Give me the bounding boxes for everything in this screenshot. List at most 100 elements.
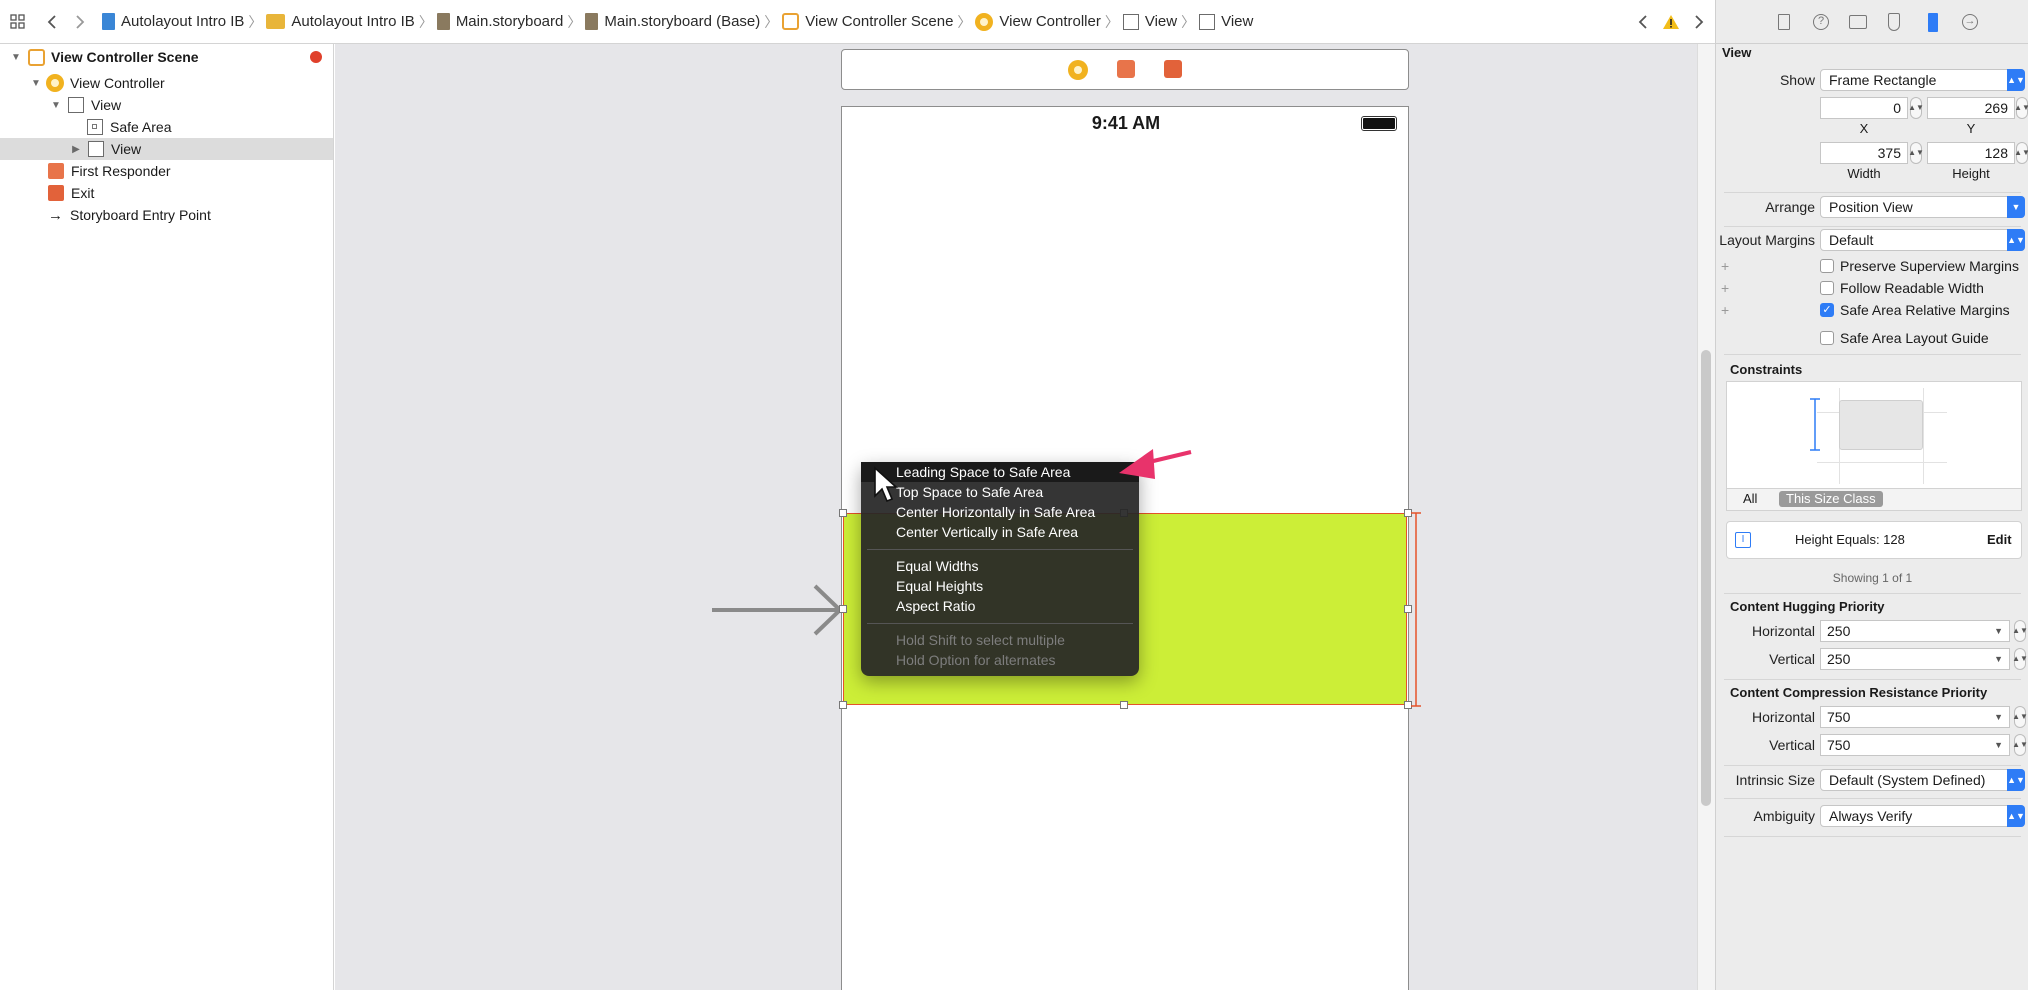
resize-handle[interactable] xyxy=(839,701,847,709)
grid-icon[interactable] xyxy=(8,12,28,32)
menu-item-center-horizontally[interactable]: Center Horizontally in Safe Area xyxy=(861,502,1139,522)
menu-item-equal-heights[interactable]: Equal Heights xyxy=(861,576,1139,596)
plus-icon[interactable]: + xyxy=(1721,258,1729,274)
show-popup[interactable]: Frame Rectangle ▲▼ xyxy=(1820,69,2025,91)
ambiguity-popup[interactable]: Always Verify ▲▼ xyxy=(1820,805,2025,827)
layout-margins-popup[interactable]: Default ▲▼ xyxy=(1820,229,2025,251)
disclosure-down-icon[interactable]: ▼ xyxy=(50,100,62,111)
height-constraint-indicator[interactable] xyxy=(1411,512,1421,708)
crumb-scene[interactable]: View Controller Scene xyxy=(782,13,953,30)
menu-item-leading-space[interactable]: Leading Space to Safe Area xyxy=(861,462,1139,482)
height-stepper[interactable]: ▲▼ xyxy=(2014,142,2028,164)
menu-separator xyxy=(867,623,1133,624)
view-controller-icon[interactable] xyxy=(1068,60,1088,80)
outline-first-responder[interactable]: First Responder xyxy=(0,160,333,182)
resize-handle[interactable] xyxy=(1120,701,1128,709)
connections-inspector-icon[interactable]: → xyxy=(1962,14,1978,30)
plus-icon[interactable]: + xyxy=(1721,302,1729,318)
segment-all[interactable]: All xyxy=(1743,491,1757,506)
readable-width-checkbox[interactable] xyxy=(1820,281,1834,295)
outline-scene[interactable]: ▼ View Controller Scene xyxy=(0,46,333,68)
back-icon[interactable] xyxy=(42,12,62,32)
menu-item-top-space[interactable]: Top Space to Safe Area xyxy=(861,482,1139,502)
safe-area-guide-checkbox[interactable] xyxy=(1820,331,1834,345)
comp-horizontal-combo[interactable]: 750 ▼ xyxy=(1820,706,2010,728)
comp-vertical-label: Vertical xyxy=(1769,737,1815,753)
help-icon[interactable]: ? xyxy=(1813,14,1829,30)
project-icon xyxy=(102,13,115,30)
plus-icon[interactable]: + xyxy=(1721,280,1729,296)
readable-width-label: Follow Readable Width xyxy=(1840,280,1984,296)
preserve-margins-checkbox[interactable] xyxy=(1820,259,1834,273)
safe-area-margins-label: Safe Area Relative Margins xyxy=(1840,302,2010,318)
exit-icon[interactable] xyxy=(1164,60,1182,78)
height-field[interactable]: 128 xyxy=(1927,142,2015,164)
next-issue-icon[interactable] xyxy=(1689,12,1709,32)
comp-vertical-stepper[interactable]: ▲▼ xyxy=(2012,734,2028,756)
disclosure-right-icon[interactable]: ▶ xyxy=(70,144,82,155)
outline-view-controller[interactable]: ▼ View Controller xyxy=(0,72,333,94)
chevron-down-icon[interactable]: ▼ xyxy=(1994,735,2003,755)
identity-inspector-icon[interactable] xyxy=(1849,15,1867,29)
divider xyxy=(1724,192,2021,193)
x-stepper[interactable]: ▲▼ xyxy=(1908,97,1924,119)
hug-vertical-stepper[interactable]: ▲▼ xyxy=(2012,648,2028,670)
popup-arrows-icon: ▲▼ xyxy=(2007,69,2025,91)
outline-entry-point[interactable]: → Storyboard Entry Point xyxy=(0,204,333,226)
first-responder-icon[interactable] xyxy=(1117,60,1135,78)
entry-point-arrow[interactable] xyxy=(710,580,845,642)
outline-view[interactable]: ▼ View xyxy=(0,94,333,116)
comp-horizontal-stepper[interactable]: ▲▼ xyxy=(2012,706,2028,728)
hug-horizontal-stepper[interactable]: ▲▼ xyxy=(2012,620,2028,642)
width-field[interactable]: 375 xyxy=(1820,142,1908,164)
attributes-inspector-icon[interactable] xyxy=(1888,13,1900,31)
battery-icon xyxy=(1361,116,1397,131)
crumb-storyboard[interactable]: Main.storyboard xyxy=(436,13,563,30)
crumb-storyboard-base[interactable]: Main.storyboard (Base) xyxy=(585,13,760,30)
forward-icon[interactable] xyxy=(70,12,90,32)
outline-exit[interactable]: Exit xyxy=(0,182,333,204)
menu-item-aspect-ratio[interactable]: Aspect Ratio xyxy=(861,596,1139,616)
y-stepper[interactable]: ▲▼ xyxy=(2014,97,2028,119)
chevron-right-icon: 〉 xyxy=(1104,13,1119,30)
crumb-view-controller[interactable]: View Controller xyxy=(975,12,1101,31)
width-stepper[interactable]: ▲▼ xyxy=(1908,142,1924,164)
file-inspector-icon[interactable] xyxy=(1778,14,1790,30)
crumb-project[interactable]: Autolayout Intro IB xyxy=(102,13,244,30)
chevron-down-icon[interactable]: ▼ xyxy=(1994,621,2003,641)
x-field[interactable]: 0 xyxy=(1820,97,1908,119)
chevron-right-icon: 〉 xyxy=(764,13,779,30)
warning-icon[interactable] xyxy=(1661,12,1681,32)
comp-vertical-combo[interactable]: 750 ▼ xyxy=(1820,734,2010,756)
constraint-row[interactable]: I Height Equals: 128 Edit xyxy=(1726,521,2022,559)
outline-subview[interactable]: ▶ View xyxy=(0,138,333,160)
jump-bar: Autolayout Intro IB 〉 Autolayout Intro I… xyxy=(0,0,1715,44)
y-field[interactable]: 269 xyxy=(1927,97,2015,119)
menu-item-equal-widths[interactable]: Equal Widths xyxy=(861,556,1139,576)
size-inspector-icon[interactable] xyxy=(1928,13,1938,32)
crumb-folder[interactable]: Autolayout Intro IB xyxy=(266,13,415,30)
scrollbar-thumb[interactable] xyxy=(1701,350,1711,806)
crumb-view[interactable]: View xyxy=(1122,13,1177,30)
arrange-popup[interactable]: Position View ▼ xyxy=(1820,196,2025,218)
disclosure-down-icon[interactable]: ▼ xyxy=(30,78,42,89)
safe-area-margins-checkbox[interactable]: ✓ xyxy=(1820,303,1834,317)
resize-handle[interactable] xyxy=(839,509,847,517)
hug-vertical-combo[interactable]: 250 ▼ xyxy=(1820,648,2010,670)
intrinsic-size-popup[interactable]: Default (System Defined) ▲▼ xyxy=(1820,769,2025,791)
view-controller-icon xyxy=(975,12,994,31)
menu-item-center-vertically[interactable]: Center Vertically in Safe Area xyxy=(861,522,1139,542)
segment-this-size-class[interactable]: This Size Class xyxy=(1779,491,1883,507)
outline-safe-area[interactable]: Safe Area xyxy=(0,116,333,138)
resize-handle[interactable] xyxy=(839,605,847,613)
previous-issue-icon[interactable] xyxy=(1633,12,1653,32)
hug-horizontal-combo[interactable]: 250 ▼ xyxy=(1820,620,2010,642)
edit-button[interactable]: Edit xyxy=(1987,532,2012,547)
error-badge-icon[interactable] xyxy=(310,51,322,63)
chevron-down-icon[interactable]: ▼ xyxy=(1994,707,2003,727)
chevron-down-icon[interactable]: ▼ xyxy=(1994,649,2003,669)
view-icon xyxy=(1199,13,1216,30)
disclosure-down-icon[interactable]: ▼ xyxy=(10,52,22,63)
hug-vertical-label: Vertical xyxy=(1769,651,1815,667)
crumb-subview[interactable]: View xyxy=(1199,13,1253,30)
